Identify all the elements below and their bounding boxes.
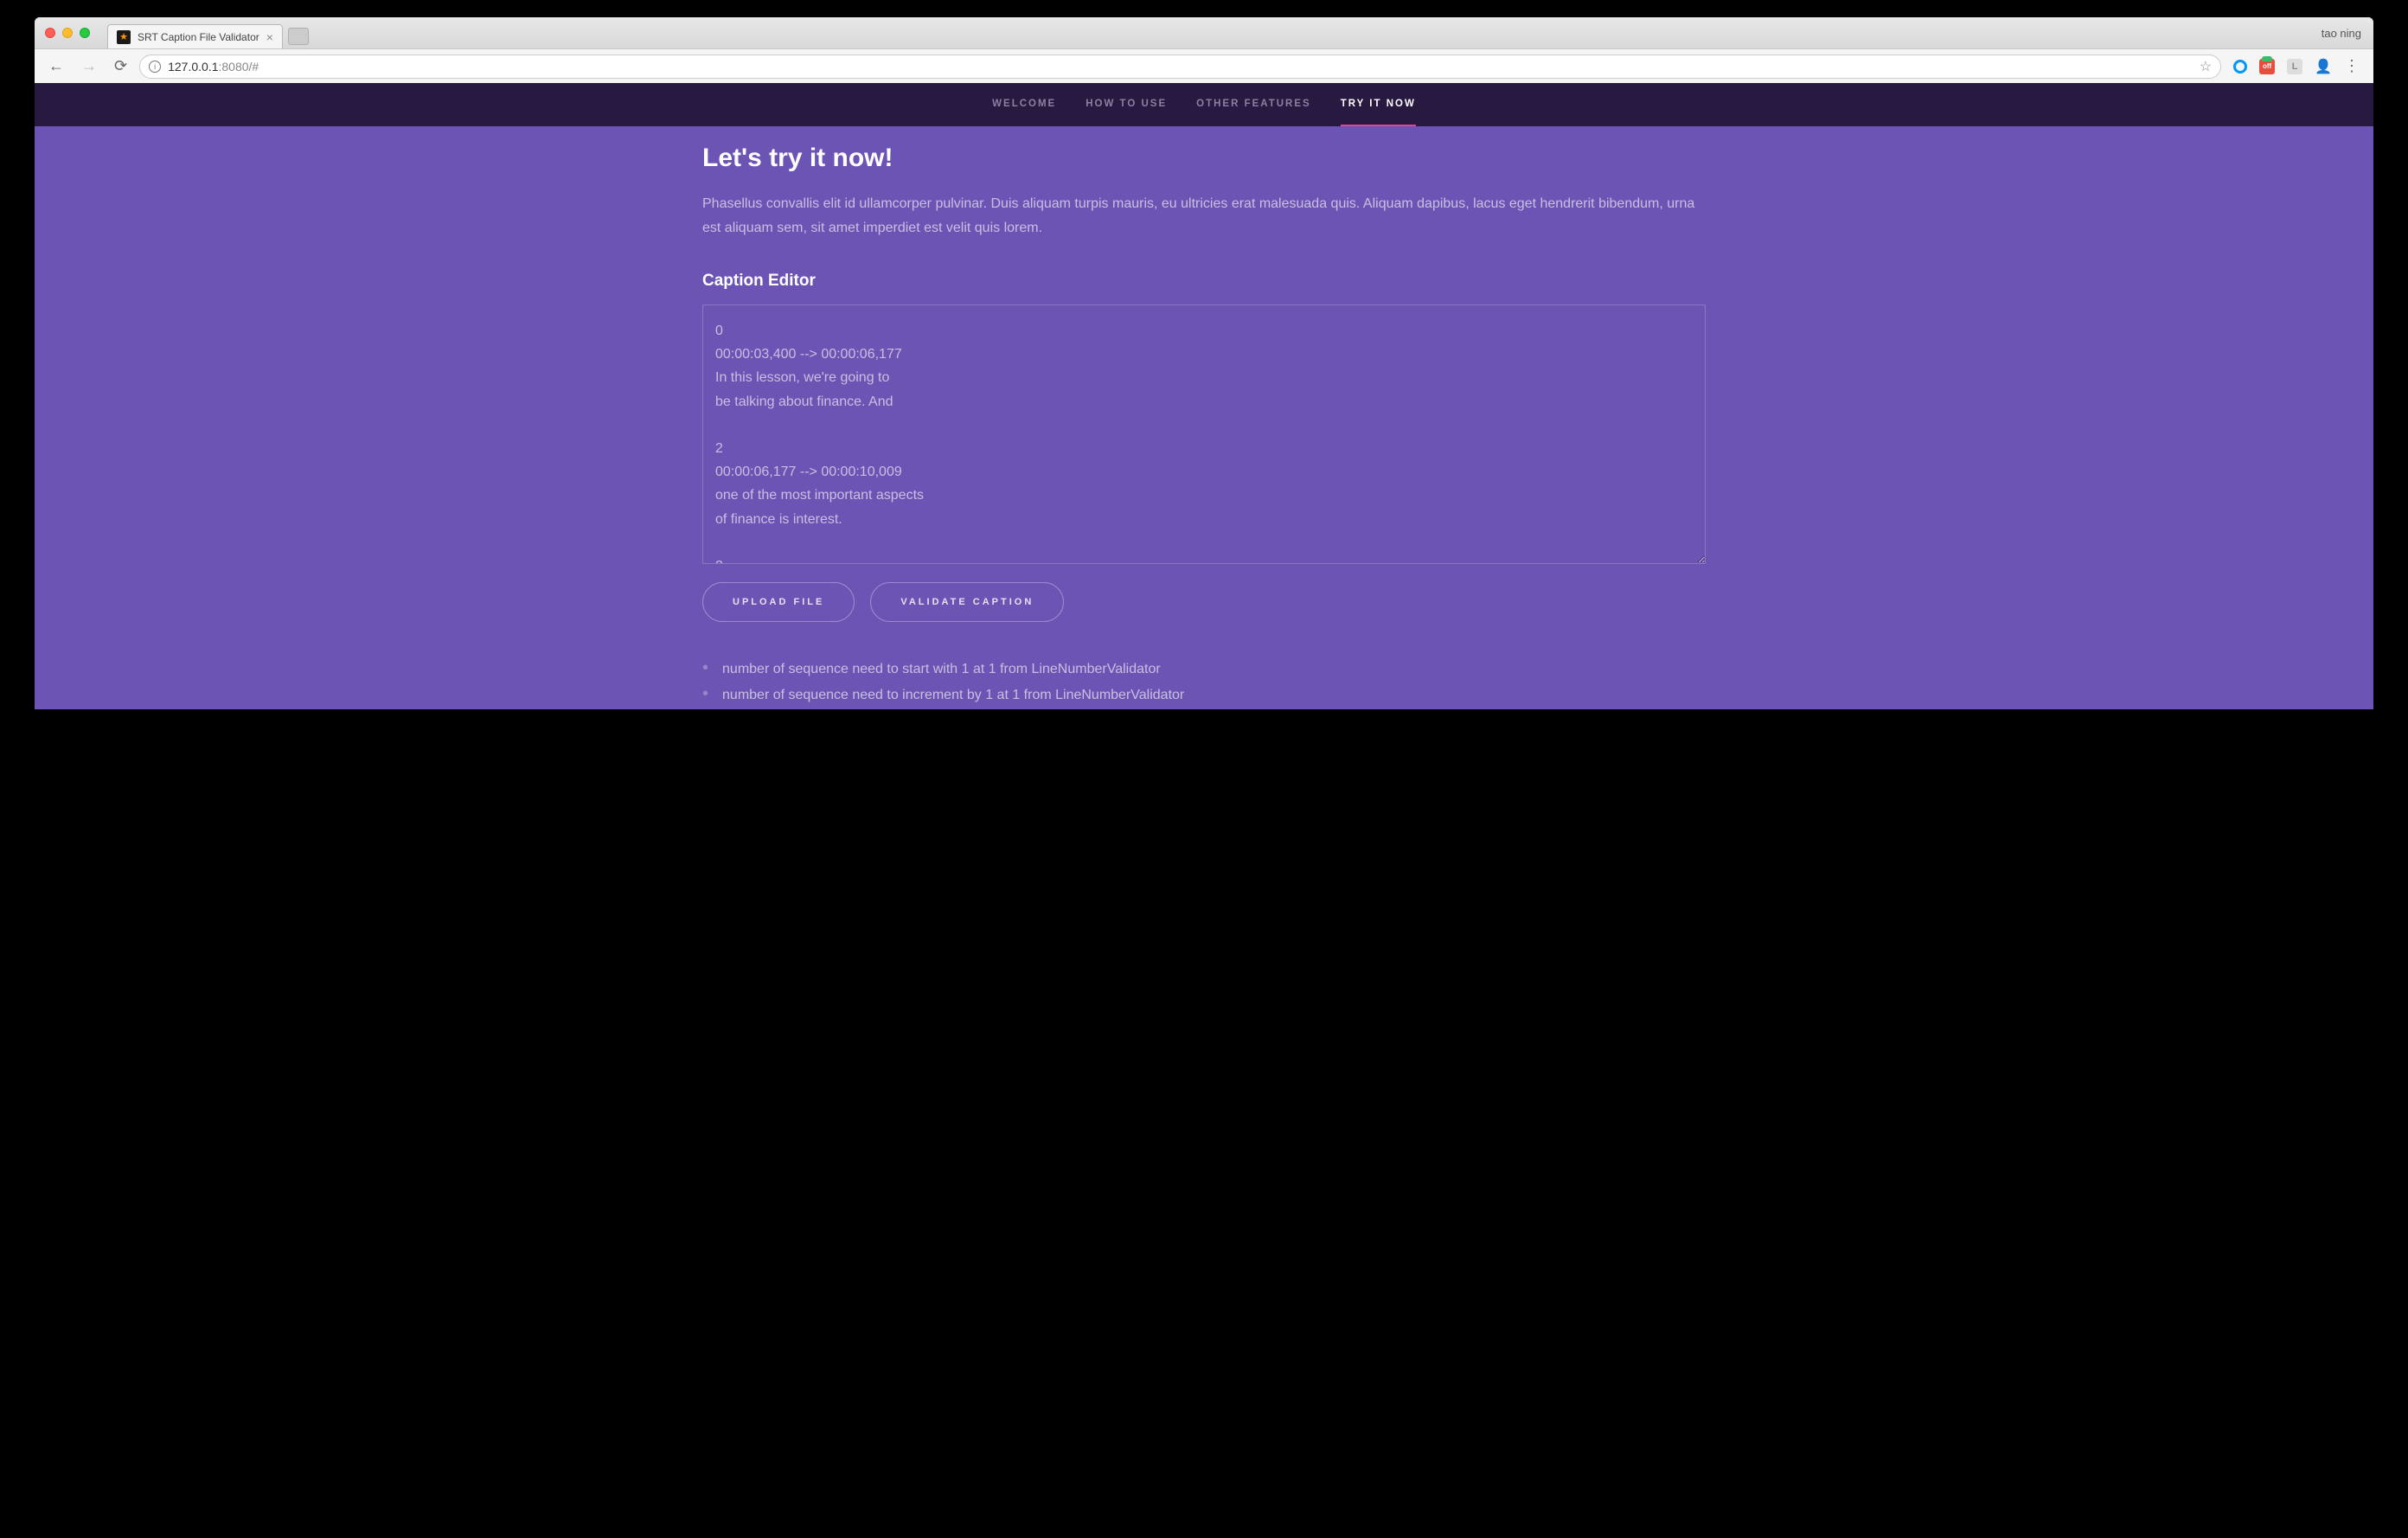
- button-row: UPLOAD FILE VALIDATE CAPTION: [702, 582, 1706, 622]
- tab-close-button[interactable]: ×: [266, 30, 273, 44]
- reload-button[interactable]: ⟳: [109, 54, 132, 79]
- address-bar[interactable]: i 127.0.0.1:8080/# ☆: [139, 54, 2221, 79]
- nav-toolbar: ← → ⟳ i 127.0.0.1:8080/# ☆ off L 👤 ⋮: [35, 48, 2373, 83]
- new-tab-button[interactable]: [288, 28, 309, 45]
- validation-item: • number of sequence need to increment b…: [702, 682, 1706, 708]
- browser-tab[interactable]: ★ SRT Caption File Validator ×: [107, 24, 283, 48]
- bookmark-star-icon[interactable]: ☆: [2200, 58, 2212, 75]
- bullet-icon: •: [702, 685, 708, 702]
- upload-file-button[interactable]: UPLOAD FILE: [702, 582, 855, 622]
- title-bar: ★ SRT Caption File Validator × tao ning: [35, 17, 2373, 48]
- browser-menu-button[interactable]: ⋮: [2344, 57, 2360, 75]
- url-path: :8080/#: [218, 60, 259, 74]
- intro-text: Phasellus convallis elit id ullamcorper …: [702, 192, 1706, 240]
- caption-editor-textarea[interactable]: [702, 304, 1706, 564]
- validation-message: number of sequence need to start with 1 …: [722, 657, 1161, 682]
- browser-tabs: ★ SRT Caption File Validator ×: [107, 17, 309, 48]
- extension-off-icon[interactable]: off: [2259, 59, 2275, 74]
- page-content: WELCOME HOW TO USE OTHER FEATURES TRY IT…: [35, 83, 2373, 709]
- extension-icons: off L 👤 ⋮: [2228, 57, 2365, 75]
- profile-icon[interactable]: 👤: [2315, 58, 2332, 75]
- extension-l-icon[interactable]: L: [2287, 59, 2302, 74]
- content-container: Let's try it now! Phasellus convallis el…: [702, 126, 1706, 709]
- validation-item: • number of sequence need to start with …: [702, 657, 1706, 682]
- favicon-star-icon: ★: [117, 30, 131, 44]
- url-host: 127.0.0.1: [168, 60, 218, 74]
- nav-how-to-use[interactable]: HOW TO USE: [1086, 83, 1167, 126]
- back-button[interactable]: ←: [43, 54, 69, 79]
- page-nav: WELCOME HOW TO USE OTHER FEATURES TRY IT…: [35, 83, 2373, 126]
- nav-try-it-now[interactable]: TRY IT NOW: [1341, 83, 1416, 126]
- editor-label: Caption Editor: [702, 272, 1706, 291]
- bullet-icon: •: [702, 659, 708, 676]
- close-window-button[interactable]: [45, 28, 55, 38]
- nav-other-features[interactable]: OTHER FEATURES: [1196, 83, 1311, 126]
- profile-name[interactable]: tao ning: [2322, 27, 2361, 40]
- validation-list: • number of sequence need to start with …: [702, 657, 1706, 709]
- browser-window: ★ SRT Caption File Validator × tao ning …: [35, 17, 2373, 709]
- site-info-icon[interactable]: i: [149, 61, 161, 73]
- minimize-window-button[interactable]: [62, 28, 73, 38]
- forward-button[interactable]: →: [76, 54, 102, 79]
- validate-caption-button[interactable]: VALIDATE CAPTION: [870, 582, 1064, 622]
- extension-circle-icon[interactable]: [2233, 60, 2247, 74]
- tab-title: SRT Caption File Validator: [138, 31, 259, 43]
- traffic-lights: [45, 28, 90, 38]
- validation-message: number of sequence need to increment by …: [722, 682, 1184, 708]
- page-title: Let's try it now!: [702, 144, 1706, 173]
- nav-welcome[interactable]: WELCOME: [992, 83, 1056, 126]
- maximize-window-button[interactable]: [80, 28, 90, 38]
